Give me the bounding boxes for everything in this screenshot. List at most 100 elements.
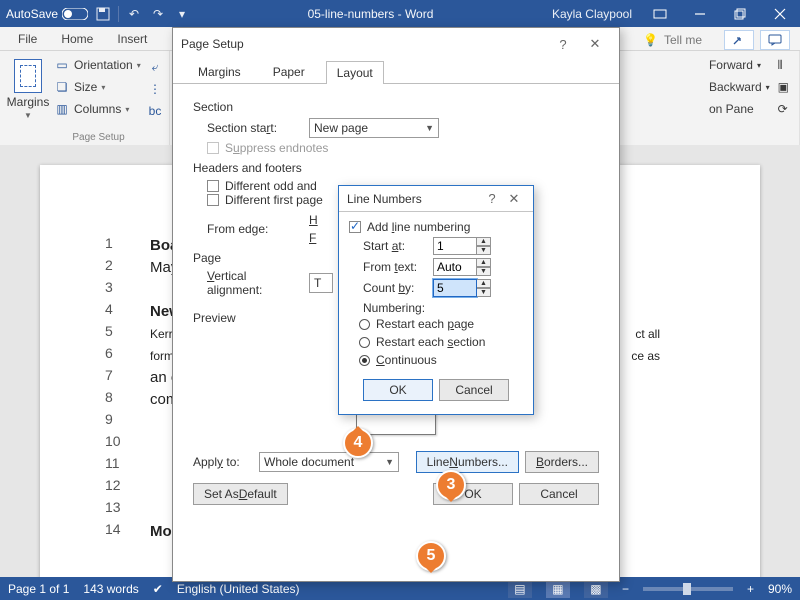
line-number: 4 xyxy=(105,301,113,317)
user-name[interactable]: Kayla Claypool xyxy=(544,7,640,21)
align-button[interactable]: ⫴ xyxy=(778,55,789,75)
vertical-alignment-select[interactable]: T xyxy=(309,273,333,293)
cancel-button[interactable]: Cancel xyxy=(519,483,599,505)
section-start-select[interactable]: New page▼ xyxy=(309,118,439,138)
breaks-icon: ⤶ xyxy=(147,59,163,75)
count-by-label: Count by: xyxy=(363,281,427,295)
group-label-page-setup: Page Setup xyxy=(54,132,143,145)
set-as-default-button[interactable]: Set As Default xyxy=(193,483,288,505)
size-button[interactable]: ❏Size▾ xyxy=(54,77,143,97)
send-backward-button[interactable]: Backward ▾ xyxy=(709,77,770,97)
checkbox-icon xyxy=(207,194,219,206)
close-button[interactable]: ✕ xyxy=(503,191,525,207)
spin-down-icon[interactable]: ▼ xyxy=(477,267,491,276)
columns-button[interactable]: ▥Columns▾ xyxy=(54,99,143,119)
suppress-endnotes-checkbox: Suppress endnotes xyxy=(193,141,599,155)
zoom-in-button[interactable]: + xyxy=(747,582,754,596)
help-button[interactable]: ? xyxy=(481,191,503,206)
borders-button[interactable]: Borders... xyxy=(525,451,599,473)
share-button[interactable] xyxy=(724,30,754,50)
tab-home[interactable]: Home xyxy=(53,28,101,50)
comment-icon xyxy=(768,34,782,46)
columns-label: Columns xyxy=(74,102,121,116)
headers-footers-heading: Headers and footers xyxy=(193,161,599,175)
undo-icon[interactable]: ↶ xyxy=(125,5,143,23)
size-label: Size xyxy=(74,80,97,94)
align-icon: ⫴ xyxy=(778,58,783,73)
spin-up-icon[interactable]: ▲ xyxy=(477,258,491,267)
restore-button[interactable] xyxy=(720,0,760,27)
selection-pane-label: on Pane xyxy=(709,102,754,116)
margins-button[interactable]: Margins ▼ xyxy=(6,55,50,123)
spin-up-icon[interactable]: ▲ xyxy=(477,279,491,288)
radio-icon xyxy=(359,319,370,330)
add-line-numbering-checkbox[interactable]: ✓ Add line numbering xyxy=(349,220,523,234)
tab-layout[interactable]: Layout xyxy=(326,61,384,84)
close-button[interactable]: ✕ xyxy=(579,36,611,52)
count-by-input[interactable] xyxy=(433,279,477,297)
bring-forward-button[interactable]: Forward ▾ xyxy=(709,55,770,75)
margins-label: Margins xyxy=(7,95,50,109)
line-number: 11 xyxy=(105,455,120,471)
spin-down-icon[interactable]: ▼ xyxy=(477,246,491,255)
status-language[interactable]: English (United States) xyxy=(177,582,300,596)
breaks-button[interactable]: ⤶ xyxy=(147,57,163,77)
selection-pane-button[interactable]: on Pane xyxy=(709,99,770,119)
close-button[interactable] xyxy=(760,0,800,27)
tab-paper[interactable]: Paper xyxy=(262,60,316,83)
line-number: 8 xyxy=(105,389,113,405)
web-layout-icon[interactable]: ▩ xyxy=(584,580,608,598)
dialog-titlebar[interactable]: Page Setup ? ✕ xyxy=(173,28,619,60)
hyphenation-icon: bc xyxy=(147,103,163,119)
zoom-value[interactable]: 90% xyxy=(768,582,792,596)
tab-margins[interactable]: Margins xyxy=(187,60,252,83)
tell-me-icon[interactable]: 💡 xyxy=(643,33,658,47)
help-button[interactable]: ? xyxy=(547,37,579,52)
line-numbers-button[interactable]: Line Numbers... xyxy=(416,451,519,473)
autosave-toggle[interactable]: AutoSave xyxy=(6,7,88,21)
ribbon-display-icon[interactable] xyxy=(640,0,680,27)
zoom-out-button[interactable]: − xyxy=(622,582,629,596)
cancel-button[interactable]: Cancel xyxy=(439,379,509,401)
restart-each-section-radio[interactable]: Restart each section xyxy=(349,333,523,351)
start-at-input[interactable] xyxy=(433,237,477,255)
restart-each-page-radio[interactable]: Restart each page xyxy=(349,315,523,333)
send-backward-label: Backward xyxy=(709,80,762,94)
dialog-titlebar[interactable]: Line Numbers ? ✕ xyxy=(339,186,533,212)
comments-button[interactable] xyxy=(760,30,790,50)
hyphenation-button[interactable]: bc xyxy=(147,101,163,121)
spin-up-icon[interactable]: ▲ xyxy=(477,237,491,246)
save-icon[interactable] xyxy=(94,5,112,23)
redo-icon[interactable]: ↷ xyxy=(149,5,167,23)
line-numbers-button[interactable]: ⋮ xyxy=(147,79,163,99)
page-setup-group: Margins ▼ ▭Orientation▾ ❏Size▾ ▥Columns▾… xyxy=(0,51,170,145)
status-page[interactable]: Page 1 of 1 xyxy=(8,582,69,596)
header-distance-label: H xyxy=(309,213,318,227)
tell-me-label[interactable]: Tell me xyxy=(664,33,702,47)
from-text-input[interactable] xyxy=(433,258,477,276)
apply-to-select[interactable]: Whole document▼ xyxy=(259,452,399,472)
orientation-label: Orientation xyxy=(74,58,133,72)
start-at-spinner[interactable]: ▲▼ xyxy=(433,237,491,255)
spin-down-icon[interactable]: ▼ xyxy=(477,288,491,297)
read-mode-icon[interactable]: ▤ xyxy=(508,580,532,598)
status-words[interactable]: 143 words xyxy=(83,582,138,596)
qat-more-icon[interactable]: ▾ xyxy=(173,5,191,23)
spellcheck-icon[interactable]: ✔ xyxy=(153,582,163,596)
tab-insert[interactable]: Insert xyxy=(109,28,155,50)
rotate-button[interactable]: ⟳ xyxy=(778,99,789,119)
zoom-slider[interactable] xyxy=(643,587,733,591)
document-title: 05-line-numbers - Word xyxy=(197,7,544,21)
from-text-spinner[interactable]: ▲▼ xyxy=(433,258,491,276)
tab-file[interactable]: File xyxy=(10,28,45,50)
minimize-button[interactable] xyxy=(680,0,720,27)
ok-button[interactable]: OK xyxy=(363,379,433,401)
group-button[interactable]: ▣ xyxy=(778,77,789,97)
margins-icon xyxy=(14,59,42,93)
count-by-spinner[interactable]: ▲▼ xyxy=(433,279,491,297)
continuous-radio[interactable]: Continuous xyxy=(349,351,523,369)
select-value: New page xyxy=(314,121,368,135)
select-value: T xyxy=(314,276,321,290)
orientation-button[interactable]: ▭Orientation▾ xyxy=(54,55,143,75)
print-layout-icon[interactable]: ▦ xyxy=(546,580,570,598)
